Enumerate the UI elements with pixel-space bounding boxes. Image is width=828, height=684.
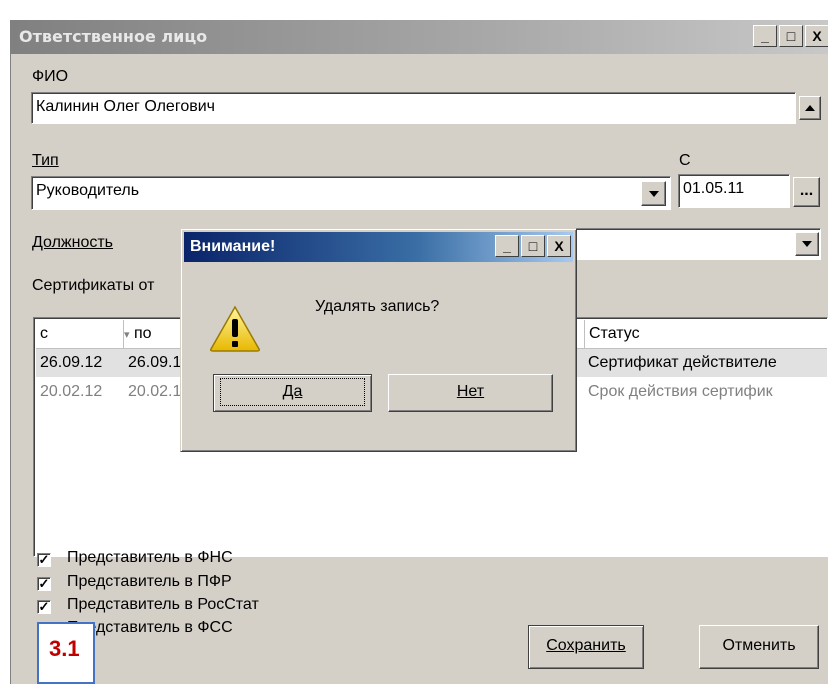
title-bar[interactable]: Ответственное лицо _ □ X [11, 20, 828, 54]
fio-field[interactable]: Калинин Олег Олегович [31, 92, 796, 124]
certificates-label: Сертификаты от [32, 277, 155, 294]
fns-checkbox-label: Представитель в ФНС [67, 549, 233, 566]
dialog-close-button[interactable]: X [547, 235, 571, 257]
close-button[interactable]: X [805, 25, 828, 47]
confirm-dialog: Внимание! _ □ X Удалять запись? Да Нет [180, 228, 577, 452]
dialog-maximize-button[interactable]: □ [521, 235, 545, 257]
fio-expand-button[interactable] [799, 96, 821, 120]
yes-button[interactable]: Да [213, 374, 372, 412]
chevron-down-icon [802, 241, 812, 247]
position-label: Должность [32, 234, 113, 251]
from-label: С [679, 152, 691, 169]
chevron-down-icon [648, 191, 659, 197]
dialog-title-bar[interactable]: Внимание! _ □ X [184, 232, 573, 262]
pfr-checkbox-label: Представитель в ПФР [67, 573, 232, 590]
maximize-button[interactable]: □ [779, 25, 803, 47]
dialog-message: Удалять запись? [315, 298, 440, 315]
cancel-button[interactable]: Отменить [699, 625, 819, 669]
from-date-field[interactable]: 01.05.11 [678, 174, 790, 208]
rosstat-checkbox-label: Представитель в РосСтат [67, 596, 259, 613]
window-title: Ответственное лицо [19, 27, 208, 46]
no-button[interactable]: Нет [388, 374, 553, 412]
position-dropdown-button[interactable] [795, 232, 819, 256]
minimize-button[interactable]: _ [753, 25, 777, 47]
type-select[interactable]: Руководитель [31, 176, 671, 210]
warning-icon [210, 305, 260, 352]
pfr-checkbox[interactable]: ✓ [37, 577, 51, 591]
fns-checkbox[interactable]: ✓ [37, 553, 51, 567]
arrow-up-icon [805, 105, 815, 111]
type-label: Тип [32, 152, 59, 169]
fio-label: ФИО [32, 68, 69, 85]
date-picker-button[interactable]: ... [793, 177, 820, 207]
position-select[interactable] [571, 228, 821, 260]
dialog-title: Внимание! [190, 238, 276, 255]
type-dropdown-button[interactable] [641, 181, 666, 206]
column-header-from[interactable]: с [36, 320, 124, 348]
column-header-to[interactable]: ▾ по [124, 320, 184, 348]
rosstat-checkbox[interactable]: ✓ [37, 600, 51, 614]
dialog-minimize-button[interactable]: _ [495, 235, 519, 257]
save-button[interactable]: Сохранить [528, 625, 644, 669]
step-badge: 3.1 [37, 622, 95, 684]
column-header-status[interactable]: Статус [584, 320, 827, 348]
sort-icon: ▾ [124, 329, 130, 341]
